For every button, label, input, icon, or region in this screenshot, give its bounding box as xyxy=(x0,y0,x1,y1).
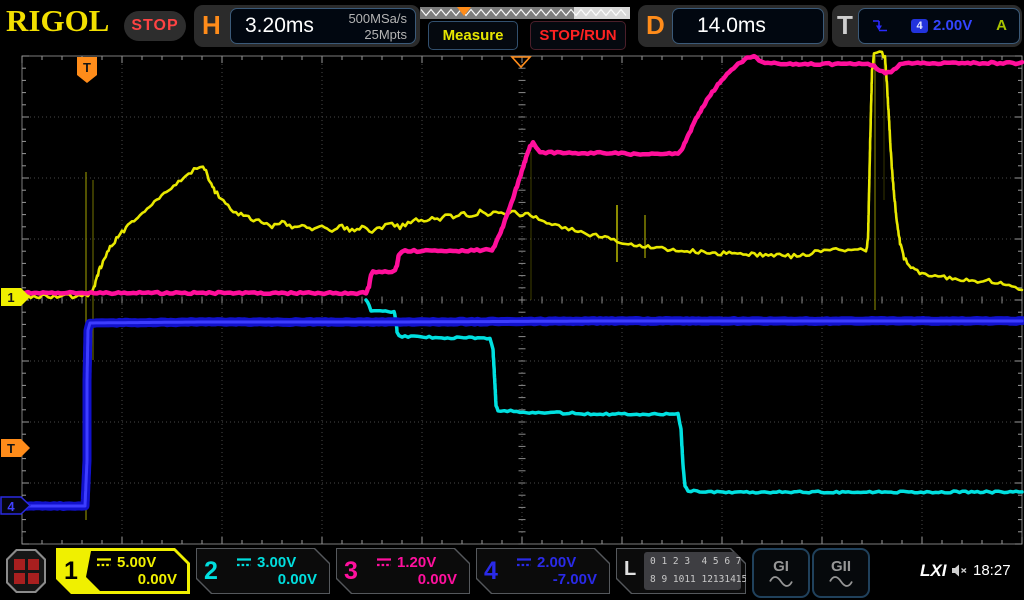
acquisition-status-badge: STOP xyxy=(124,11,186,41)
waveform-display: T 1 T 4 xyxy=(0,7,1024,545)
channel-4-box[interactable]: 4 2.00V -7.00V xyxy=(476,548,610,594)
channel-3-scale: 1.20V xyxy=(397,554,437,571)
trigger-position-marker[interactable]: T xyxy=(77,57,97,83)
memory-position-bar[interactable] xyxy=(420,7,630,19)
dc-coupling-icon xyxy=(96,557,112,568)
horizontal-menu-box[interactable]: H 3.20ms 500MSa/s 25Mpts xyxy=(194,5,420,47)
falling-edge-icon xyxy=(871,17,889,40)
menu-button[interactable] xyxy=(6,549,46,593)
generator-2-label: GII xyxy=(830,557,851,575)
trigger-menu-box[interactable]: T 4 2.00V A xyxy=(832,5,1022,47)
lxi-logo: LXI xyxy=(920,561,947,580)
generator-1-label: GI xyxy=(773,557,789,575)
menu-grid-icon xyxy=(8,551,44,591)
timebase-value: 3.20ms xyxy=(245,14,314,37)
stop-run-button[interactable]: STOP/RUN xyxy=(530,21,626,50)
trace-ch2-cyan xyxy=(364,298,1024,495)
channel-2-box[interactable]: 2 3.00V 0.00V xyxy=(196,548,330,594)
delay-value: 14.0ms xyxy=(697,14,766,37)
sample-rate-readout: 500MSa/s 25Mpts xyxy=(348,11,407,42)
sine-wave-icon xyxy=(829,575,853,587)
logic-channel-list: 0 1 2 3 4 5 6 7 8 9 1011 12131415 xyxy=(644,552,741,590)
logic-analyzer-label: L xyxy=(624,558,637,580)
dc-coupling-icon xyxy=(376,557,392,568)
trigger-source-badge: 4 xyxy=(911,19,928,33)
svg-text:T: T xyxy=(7,441,15,456)
rigol-logo: RIGOL xyxy=(6,3,110,38)
trigger-sweep-mode: A xyxy=(996,17,1007,34)
svg-text:1: 1 xyxy=(7,290,14,305)
channel-1-offset: 0.00V xyxy=(137,571,177,588)
trigger-label: T xyxy=(837,10,853,40)
channel-4-scale: 2.00V xyxy=(537,554,577,571)
trace-artifacts xyxy=(85,56,885,520)
dc-coupling-icon xyxy=(516,557,532,568)
sine-wave-icon xyxy=(769,575,793,587)
logic-analyzer-box[interactable]: L 0 1 2 3 4 5 6 7 8 9 1011 12131415 xyxy=(616,548,746,594)
trigger-level-value: 2.00V xyxy=(933,17,973,34)
generator-2-box[interactable]: GII xyxy=(812,548,870,598)
svg-text:4: 4 xyxy=(7,499,15,514)
trigger-level-marker[interactable]: T xyxy=(1,439,30,457)
delay-menu-box[interactable]: D 14.0ms xyxy=(638,5,828,47)
channel-4-offset: -7.00V xyxy=(552,571,597,588)
horizontal-center-marker xyxy=(510,56,532,69)
graticule xyxy=(21,55,1023,545)
channel-1-box[interactable]: 1 5.00V 0.00V xyxy=(56,548,190,594)
channel-2-offset: 0.00V xyxy=(277,571,317,588)
channel-2-scale: 3.00V xyxy=(257,554,297,571)
oscilloscope-screen: T 1 T 4 RIGOL STOP H 3.20ms 500MSa/s 25Mpts… xyxy=(0,0,1024,600)
svg-text:T: T xyxy=(83,60,91,75)
speaker-muted-icon[interactable] xyxy=(951,563,968,583)
generator-1-box[interactable]: GI xyxy=(752,548,810,598)
dc-coupling-icon xyxy=(236,557,252,568)
channel-3-box[interactable]: 3 1.20V 0.00V xyxy=(336,548,470,594)
channel-4-position-marker[interactable]: 4 xyxy=(0,496,32,515)
horizontal-label: H xyxy=(202,10,221,40)
clock-readout: 18:27 xyxy=(973,562,1011,579)
delay-label: D xyxy=(646,10,665,40)
channel-1-scale: 5.00V xyxy=(117,554,157,571)
channel-3-offset: 0.00V xyxy=(417,571,457,588)
measure-button[interactable]: Measure xyxy=(428,21,518,50)
